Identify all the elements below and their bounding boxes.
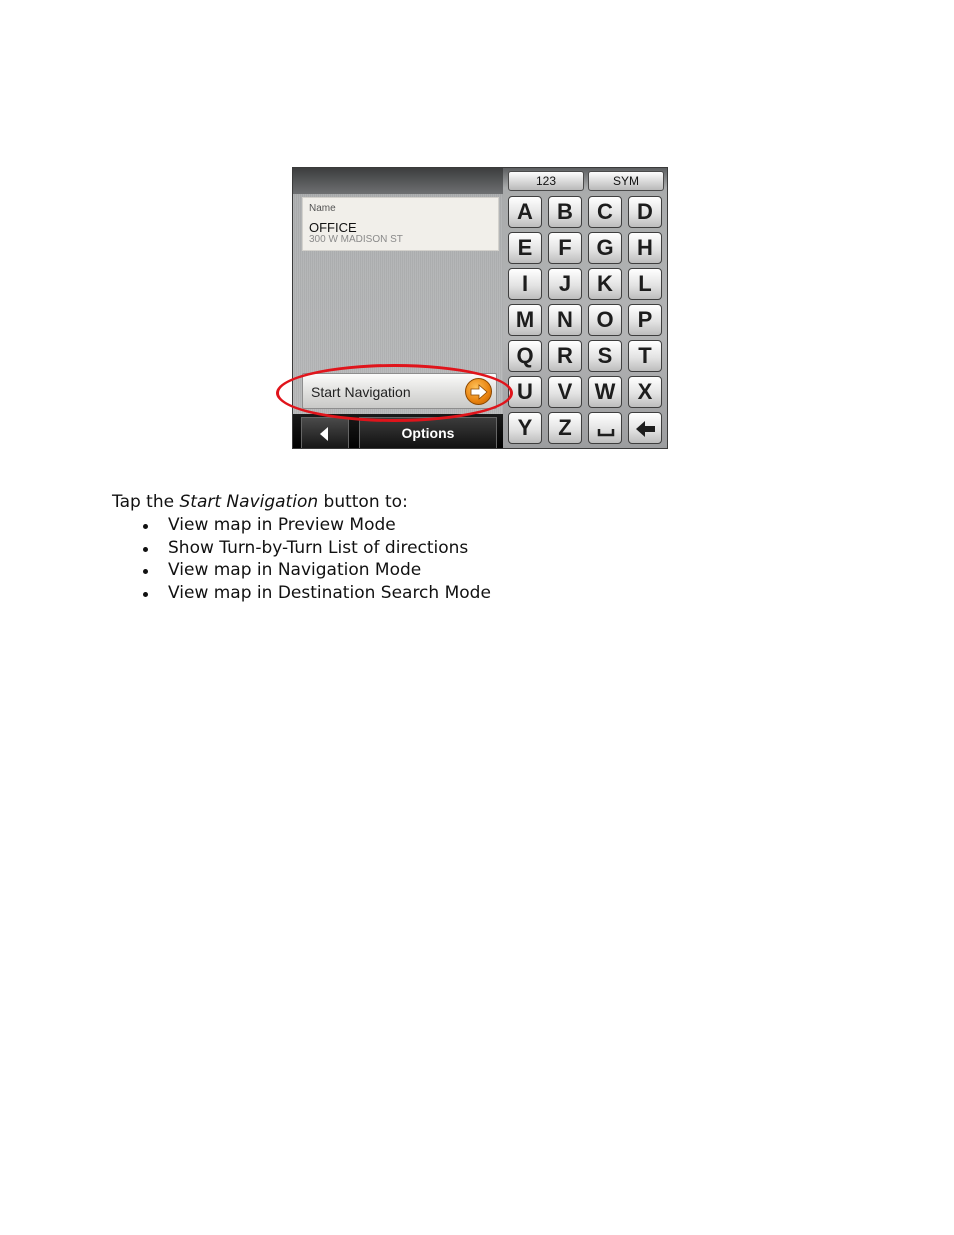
- list-item-text: View map in Navigation Mode: [168, 560, 422, 581]
- list-item-text: Show Turn-by-Turn List of directions: [168, 537, 469, 558]
- key-v[interactable]: V: [548, 376, 582, 408]
- key-d[interactable]: D: [628, 196, 662, 228]
- intro-sentence: Tap the Start Navigation button to:: [112, 492, 408, 512]
- bullet-icon: [143, 546, 148, 552]
- name-card[interactable]: Name OFFICE 300 W MADISON ST: [302, 197, 499, 251]
- list-item-text: View map in Preview Mode: [168, 515, 396, 535]
- space-key[interactable]: [588, 412, 622, 444]
- key-k[interactable]: K: [588, 268, 622, 300]
- key-o[interactable]: O: [588, 304, 622, 336]
- key-q[interactable]: Q: [508, 340, 542, 372]
- highlight-ellipse: [276, 364, 513, 422]
- key-e[interactable]: E: [508, 232, 542, 264]
- list-item-text: View map in Destination Search Mode: [168, 583, 491, 604]
- name-address: 300 W MADISON ST: [309, 234, 403, 245]
- key-t[interactable]: T: [628, 340, 662, 372]
- key-x[interactable]: X: [628, 376, 662, 408]
- name-label: Name: [309, 203, 336, 214]
- bullet-icon: [143, 592, 148, 598]
- numeric-mode-button[interactable]: 123: [508, 171, 584, 191]
- key-l[interactable]: L: [628, 268, 662, 300]
- name-value: OFFICE: [309, 220, 357, 235]
- key-c[interactable]: C: [588, 196, 622, 228]
- key-j[interactable]: J: [548, 268, 582, 300]
- key-f[interactable]: F: [548, 232, 582, 264]
- key-i[interactable]: I: [508, 268, 542, 300]
- backspace-key[interactable]: [628, 412, 662, 444]
- key-g[interactable]: G: [588, 232, 622, 264]
- intro-prefix: Tap the: [112, 492, 180, 512]
- symbol-mode-button[interactable]: SYM: [588, 171, 664, 191]
- panel-top-bar: [293, 168, 503, 194]
- key-s[interactable]: S: [588, 340, 622, 372]
- intro-emphasis: Start Navigation: [179, 492, 319, 512]
- intro-suffix: button to:: [318, 492, 408, 512]
- key-w[interactable]: W: [588, 376, 622, 408]
- back-button[interactable]: [301, 417, 349, 448]
- key-b[interactable]: B: [548, 196, 582, 228]
- key-n[interactable]: N: [548, 304, 582, 336]
- key-m[interactable]: M: [508, 304, 542, 336]
- key-y[interactable]: Y: [508, 412, 542, 444]
- bullet-icon: [143, 569, 148, 575]
- key-a[interactable]: A: [508, 196, 542, 228]
- bullet-icon: [143, 524, 148, 529]
- key-u[interactable]: U: [508, 376, 542, 408]
- key-h[interactable]: H: [628, 232, 662, 264]
- key-r[interactable]: R: [548, 340, 582, 372]
- key-p[interactable]: P: [628, 304, 662, 336]
- key-z[interactable]: Z: [548, 412, 582, 444]
